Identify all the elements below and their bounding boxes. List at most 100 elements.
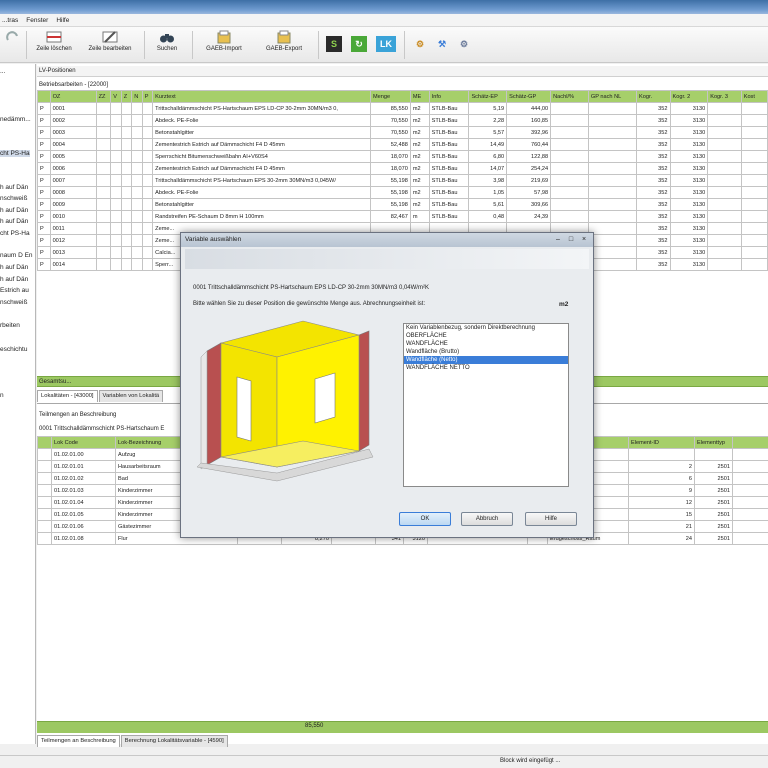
table-cell: 0011: [49, 222, 97, 235]
table-cell: [120, 186, 133, 199]
redo-button[interactable]: [4, 30, 22, 60]
table-row[interactable]: P 0005 Sperrschicht Bitumenschweißbahn AI+…: [37, 150, 768, 163]
col-header[interactable]: Lok Code: [51, 436, 116, 449]
table-cell: 352: [636, 198, 671, 211]
tab-lokalitaeten[interactable]: Lokalitäten - [43000]: [37, 390, 98, 402]
tree-item-selected[interactable]: cht PS-Ha: [0, 150, 30, 157]
table-row[interactable]: P 0008 Abdeck. PE-Folie 55,198 m2 STLB-Bau 1,0…: [37, 186, 768, 199]
col-header[interactable]: Info: [428, 90, 470, 103]
refresh-button[interactable]: ↻: [351, 36, 367, 52]
listbox-option[interactable]: OBERFLÄCHE: [404, 332, 568, 340]
col-header[interactable]: Kogr. 2: [669, 90, 709, 103]
tree-item[interactable]: nschweiß: [0, 299, 27, 306]
variable-listbox[interactable]: Kein Variablenbezug, sondern Direktberec…: [403, 323, 569, 487]
table-row[interactable]: P 0007 Trittschalldämmschicht PS-Hartschau…: [37, 174, 768, 187]
listbox-option[interactable]: Wandfläche (Brutto): [404, 348, 568, 356]
col-header[interactable]: Kurztext: [152, 90, 372, 103]
tree-item[interactable]: h auf Dän: [0, 218, 28, 225]
tree-item[interactable]: nedämm...: [0, 116, 31, 123]
tree-item[interactable]: rbeiten: [0, 322, 20, 329]
col-header[interactable]: OZ: [49, 90, 97, 103]
tab-variablen[interactable]: Variablen von Lokalitä: [98, 390, 164, 402]
col-header[interactable]: N: [131, 90, 143, 103]
col-header[interactable]: Kogr. 3: [707, 90, 742, 103]
tree-item[interactable]: eschichtu: [0, 346, 27, 353]
settings-button[interactable]: ⚙: [412, 36, 428, 52]
col-header[interactable]: ZZ: [95, 90, 112, 103]
listbox-option[interactable]: Wandfläche (Netto): [404, 356, 568, 364]
tree-item[interactable]: n: [0, 392, 4, 399]
zeile-loeschen-button[interactable]: Zeile löschen: [30, 30, 78, 60]
abbruch-button[interactable]: Abbruch: [461, 512, 513, 526]
col-header[interactable]: ME: [409, 90, 430, 103]
table-cell: STLB-Bau: [428, 186, 470, 199]
table-cell: 352: [636, 126, 671, 139]
col-header[interactable]: P: [141, 90, 154, 103]
tree-item[interactable]: h auf Dän: [0, 207, 28, 214]
col-header[interactable]: Kost: [740, 90, 768, 103]
col-header[interactable]: Schätz-EP: [468, 90, 508, 103]
close-icon[interactable]: ×: [579, 235, 589, 244]
table-row[interactable]: P 0010 Randstreifen PE-Schaum D 8mm H 100m…: [37, 210, 768, 223]
table-cell: 352: [636, 186, 671, 199]
toolbar-separator: [318, 31, 319, 59]
tree-item[interactable]: Estrich au: [0, 287, 29, 294]
minimize-icon[interactable]: –: [553, 235, 563, 244]
table-cell: [131, 210, 143, 223]
table-row[interactable]: P 0002 Abdeck. PE-Folie 70,550 m2 STLB-Bau 2,2…: [37, 114, 768, 127]
gaeb-import-button[interactable]: GAEB-Import: [198, 30, 250, 60]
table-cell: P: [37, 138, 51, 151]
ok-button[interactable]: OK: [399, 512, 451, 526]
table-cell: [120, 210, 133, 223]
col-header[interactable]: Kogr.: [636, 90, 671, 103]
table-cell: [110, 258, 122, 271]
table-cell: 0013: [49, 246, 97, 259]
tree-item[interactable]: h auf Dän: [0, 184, 28, 191]
tree-item[interactable]: h auf Dän: [0, 276, 28, 283]
col-header[interactable]: Nachl/%: [550, 90, 589, 103]
tools-button[interactable]: ⚒: [434, 36, 450, 52]
gaeb-export-button[interactable]: GAEB-Export: [258, 30, 310, 60]
table-row[interactable]: P 0001 Trittschalldämmschicht PS-Hartschau…: [37, 102, 768, 115]
listbox-option[interactable]: WANDFLÄCHE NETTO: [404, 364, 568, 372]
col-header[interactable]: GP nach NL: [587, 90, 638, 103]
listbox-option[interactable]: WANDFLÄCHE: [404, 340, 568, 348]
lk-button[interactable]: LK: [376, 36, 396, 52]
hilfe-button[interactable]: Hilfe: [525, 512, 577, 526]
tree-item[interactable]: h auf Dän: [0, 264, 28, 271]
section-title: Teilmengen an Beschreibung: [39, 412, 117, 418]
col-header[interactable]: Menge: [370, 90, 411, 103]
col-header[interactable]: Z: [120, 90, 133, 103]
table-cell: 219,69: [506, 174, 552, 187]
tree-item[interactable]: ...: [0, 68, 5, 75]
table-cell: P: [37, 198, 51, 211]
options-button[interactable]: ⚙: [456, 36, 472, 52]
maximize-icon[interactable]: □: [566, 235, 576, 244]
table-row[interactable]: P 0004 Zementestrich Estrich auf Dämmschic…: [37, 138, 768, 151]
menu-extras[interactable]: ...tras: [2, 17, 18, 24]
tree-item[interactable]: naum D En: [0, 252, 33, 259]
listbox-option[interactable]: Kein Variablenbezug, sondern Direktberec…: [404, 324, 568, 332]
col-header[interactable]: Elementtyp: [694, 436, 733, 449]
table-row[interactable]: P 0006 Zementestrich Estrich auf Dämmschic…: [37, 162, 768, 175]
table-cell: Abdeck. PE-Folie: [152, 186, 372, 199]
tab-berechnung[interactable]: Berechnung Lokalitätsvariable - [4590]: [120, 735, 228, 747]
col-header[interactable]: V: [110, 90, 122, 103]
bottom-tabs: Teilmengen an Beschreibung Berechnung Lo…: [37, 735, 229, 747]
s-button[interactable]: S: [326, 36, 342, 52]
tab-teilmengen[interactable]: Teilmengen an Beschreibung: [37, 735, 120, 747]
tree-item[interactable]: nschweiß: [0, 195, 27, 202]
dialog-position-text: 0001 Trittschalldämmschicht PS-Hartschau…: [193, 285, 429, 291]
col-header[interactable]: Schätz-GP: [506, 90, 552, 103]
table-row[interactable]: P 0009 Betonstahlgitter 55,198 m2 STLB-Bau 5,6…: [37, 198, 768, 211]
table-cell: [110, 210, 122, 223]
table-cell: P: [37, 126, 51, 139]
table-row[interactable]: P 0003 Betonstahlgitter 70,550 m2 STLB-Bau 5,5…: [37, 126, 768, 139]
menu-hilfe[interactable]: Hilfe: [56, 17, 69, 24]
tree-item[interactable]: cht PS-Ha: [0, 230, 30, 237]
col-header[interactable]: Element-ID: [628, 436, 695, 449]
suchen-button[interactable]: Suchen: [150, 30, 184, 60]
menu-fenster[interactable]: Fenster: [26, 17, 48, 24]
col-header[interactable]: [37, 90, 51, 103]
zeile-bearbeiten-button[interactable]: Zeile bearbeiten: [84, 30, 136, 60]
